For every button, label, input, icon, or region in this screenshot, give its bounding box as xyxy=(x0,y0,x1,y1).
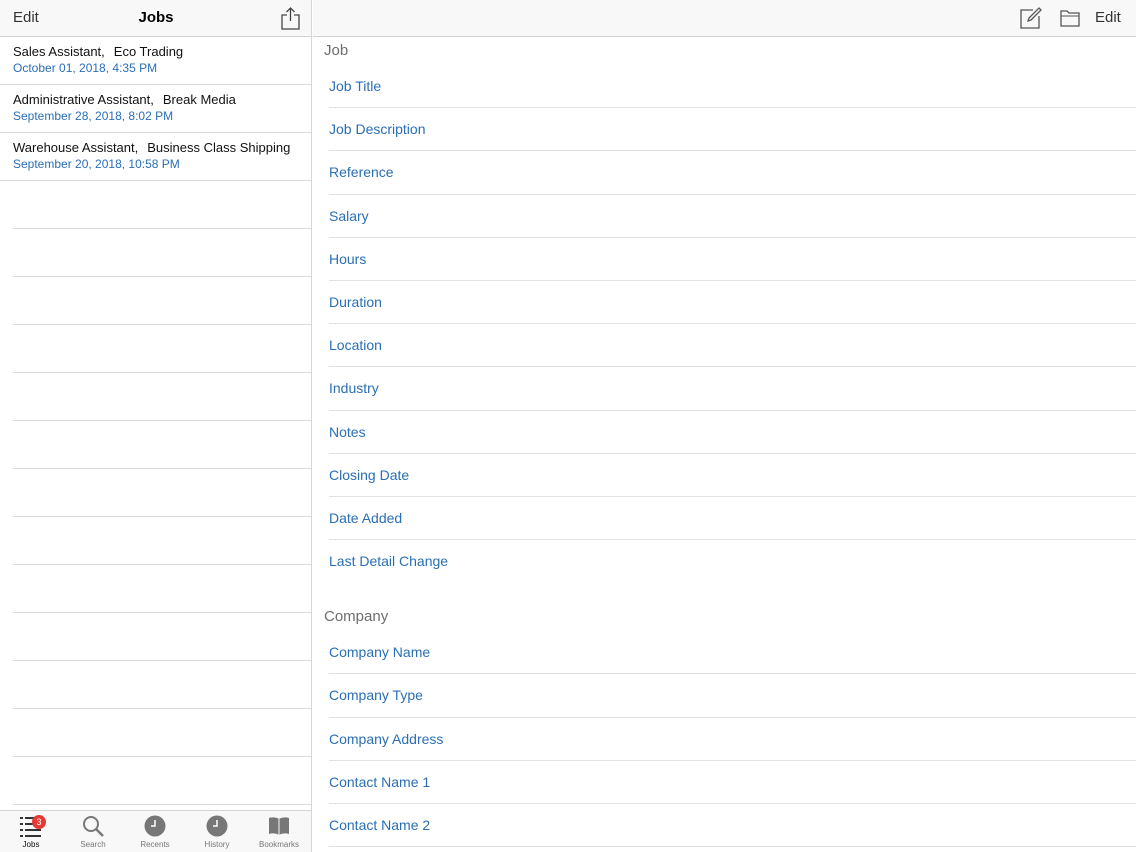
detail-field[interactable]: Closing Date xyxy=(329,454,1136,497)
job-list-item[interactable]: Warehouse Assistant, Business Class Shipp… xyxy=(0,133,311,181)
detail-field[interactable]: Last Detail Change xyxy=(329,540,1136,583)
detail-edit-button[interactable]: Edit xyxy=(1095,9,1121,26)
empty-list-row xyxy=(13,709,311,757)
detail-field[interactable]: Company Type xyxy=(329,674,1136,718)
section-header: Job xyxy=(324,42,349,59)
detail-field[interactable]: Job Description xyxy=(329,108,1136,152)
folder-icon[interactable] xyxy=(1060,9,1080,27)
job-title: Sales Assistant, xyxy=(13,44,105,59)
job-date: September 20, 2018, 10:58 PM xyxy=(13,157,180,171)
detail-field[interactable]: Salary xyxy=(329,195,1136,238)
job-company: Business Class Shipping xyxy=(147,140,291,155)
detail-field[interactable]: Company Name xyxy=(329,631,1136,675)
empty-list-row xyxy=(13,325,311,373)
detail-field[interactable]: Notes xyxy=(329,411,1136,454)
jobs-badge: 3 xyxy=(32,815,46,829)
clock-icon xyxy=(206,815,228,837)
tab-jobs[interactable]: 3 Jobs xyxy=(0,811,62,852)
job-list-item[interactable]: Sales Assistant, Eco Trading October 01, 2… xyxy=(0,37,311,85)
tab-label: Search xyxy=(80,840,106,849)
empty-list-row xyxy=(13,757,311,805)
tab-label: History xyxy=(204,840,230,849)
section-header: Company xyxy=(324,608,389,626)
detail-field[interactable]: Industry xyxy=(329,367,1136,411)
page-title: Jobs xyxy=(138,9,174,26)
job-company: Break Media xyxy=(162,92,236,107)
empty-list-row xyxy=(13,421,311,469)
tab-search[interactable]: Search xyxy=(62,811,124,852)
compose-icon[interactable] xyxy=(1020,7,1042,29)
job-company: Eco Trading xyxy=(113,44,184,59)
job-date: September 28, 2018, 8:02 PM xyxy=(13,109,174,123)
tab-label: Jobs xyxy=(22,840,40,849)
detail-field[interactable]: Job Title xyxy=(329,65,1136,109)
empty-list-row xyxy=(13,517,311,565)
detail-pane: Edit Job Job Title Job Description Referenc… xyxy=(313,0,1136,852)
detail-field[interactable]: Date Added xyxy=(329,497,1136,541)
detail-field[interactable]: Location xyxy=(329,324,1136,368)
job-date: October 01, 2018, 4:35 PM xyxy=(13,61,158,75)
job-title-company: Warehouse Assistant, Business Class Shipp… xyxy=(13,140,311,157)
empty-list-row xyxy=(13,469,311,517)
book-icon xyxy=(269,817,289,835)
detail-nav-bar: Edit xyxy=(313,0,1136,37)
tab-label: Recents xyxy=(140,840,170,849)
empty-list-row xyxy=(13,181,311,229)
detail-field[interactable]: Contact Name 1 xyxy=(329,761,1136,804)
detail-field[interactable]: Contact Name 2 xyxy=(329,804,1136,848)
tab-history[interactable]: History xyxy=(186,811,248,852)
job-title: Warehouse Assistant, xyxy=(13,140,139,155)
empty-list-row xyxy=(13,661,311,709)
job-title-company: Administrative Assistant, Break Media xyxy=(13,92,311,109)
tab-recents[interactable]: Recents xyxy=(124,811,186,852)
search-icon xyxy=(83,816,104,837)
tab-bar: 3 Jobs Search Recents History Bookmarks xyxy=(0,810,311,852)
empty-list-row xyxy=(13,277,311,325)
tab-bookmarks[interactable]: Bookmarks xyxy=(248,811,310,852)
master-pane: Edit Jobs Sales Assistant, Eco Trading Oct… xyxy=(0,0,312,852)
detail-field[interactable]: Reference xyxy=(329,151,1136,195)
empty-list-row xyxy=(13,373,311,421)
detail-field[interactable]: Company Address xyxy=(329,718,1136,761)
share-icon[interactable] xyxy=(281,7,300,30)
detail-field[interactable]: Hours xyxy=(329,238,1136,281)
job-title: Administrative Assistant, xyxy=(13,92,154,107)
job-list: Sales Assistant, Eco Trading October 01, 2… xyxy=(0,37,311,805)
empty-list-row xyxy=(13,229,311,277)
tab-label: Bookmarks xyxy=(258,840,299,849)
clock-icon xyxy=(144,815,166,837)
job-list-item[interactable]: Administrative Assistant, Break Media Sept… xyxy=(0,85,311,133)
detail-field[interactable]: Duration xyxy=(329,281,1136,325)
job-title-company: Sales Assistant, Eco Trading xyxy=(13,44,311,61)
master-nav-bar: Edit Jobs xyxy=(0,0,311,37)
empty-list-row xyxy=(13,613,311,661)
empty-list-row xyxy=(13,565,311,613)
detail-list: Job Job Title Job Description Reference Sala… xyxy=(313,37,1136,848)
